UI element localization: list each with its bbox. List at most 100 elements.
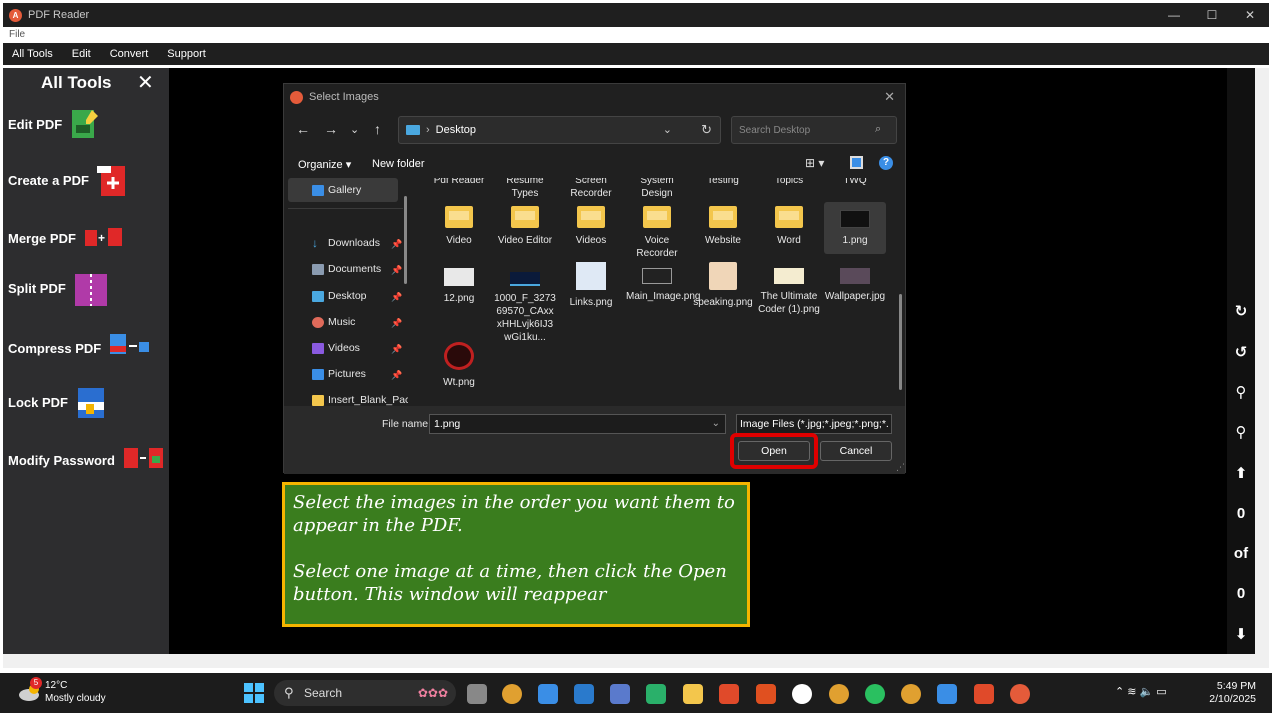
chrome-profile-icon[interactable] [829,684,849,704]
nav-item-gallery[interactable]: Gallery [312,184,361,196]
nav-item-videos[interactable]: Videos [312,342,360,354]
menu-edit[interactable]: Edit [72,48,91,60]
system-tray[interactable]: ⌃ ≋ 🔈 ▭ [1115,685,1167,698]
file-item-main-image-png[interactable]: Main_Image.png [626,268,701,303]
folder-item[interactable]: System Design [626,178,688,200]
organize-button[interactable]: Organize ▾ [298,158,351,171]
wps-2-icon[interactable] [974,684,994,704]
nav-item-music[interactable]: Music [312,316,355,328]
files-scrollbar[interactable] [899,294,902,390]
tool-merge-pdf[interactable]: Merge PDF + [8,222,122,254]
file-item-12-png[interactable]: 12.png [428,268,490,305]
page-up-icon[interactable]: ⬆ [1227,464,1255,482]
rotate-ccw-icon[interactable]: ↺ [1227,343,1255,361]
path-separator-icon: › [426,124,430,136]
up-icon[interactable]: ↑ [374,121,381,137]
tool-modify-password[interactable]: Modify Password [8,444,163,476]
folder-item-voice-recorder[interactable]: Voice Recorder [626,206,688,260]
rotate-cw-icon[interactable]: ↻ [1227,302,1255,320]
menu-support[interactable]: Support [167,48,206,60]
pycharm-icon[interactable] [646,684,666,704]
file-item-1000-f[interactable]: 1000_F_327369570_CAxxxHHLvjk6IJ3wGi1ku..… [494,268,556,344]
file-item-wt-png[interactable]: Wt.png [428,342,490,389]
nav-item-pictures[interactable]: Pictures [312,368,366,380]
folder-item-word[interactable]: Word [758,206,820,247]
file-type-select[interactable]: Image Files (*.jpg;*.jpeg;*.png;*. [736,414,892,434]
mongodb-icon[interactable] [792,684,812,704]
chrome-profile-2-icon[interactable] [901,684,921,704]
brave-icon[interactable] [756,684,776,704]
file-label: Wt.png [443,377,475,388]
wps-icon[interactable] [719,684,739,704]
tool-lock-pdf[interactable]: Lock PDF [8,386,106,418]
folder-item[interactable]: Resume Types [494,178,556,200]
folder-item[interactable]: Pdf Reader [428,178,490,187]
file-item-ultimate-coder[interactable]: The Ultimate Coder (1).png [758,268,820,316]
vertical-scrollbar[interactable] [1255,68,1269,654]
search-input[interactable]: Search Desktop [731,116,897,144]
paint-icon[interactable] [937,684,957,704]
open-button[interactable]: Open [738,441,810,461]
folder-item[interactable]: Screen Recorder [560,178,622,200]
resize-grip-icon[interactable]: ⋰ [896,462,905,473]
new-folder-button[interactable]: New folder [372,158,425,170]
panel-close-icon[interactable]: ✕ [137,70,154,95]
refresh-icon[interactable]: ↻ [701,122,712,138]
folder-item[interactable]: Topics [758,178,820,187]
address-dropdown-icon[interactable]: ⌄ [663,123,672,136]
help-icon[interactable]: ? [879,156,893,170]
file-item-links-png[interactable]: Links.png [560,262,622,309]
folder-item-videos[interactable]: Videos [560,206,622,247]
start-icon[interactable] [244,683,264,703]
horizontal-scrollbar[interactable] [3,654,1269,668]
folder-item-video-editor[interactable]: Video Editor [494,206,556,247]
zoom-out-icon[interactable]: ⚲ [1227,383,1255,401]
menu-convert[interactable]: Convert [110,48,149,60]
page-down-icon[interactable]: ⬇ [1227,625,1255,643]
file-item-wallpaper-jpg[interactable]: Wallpaper.jpg [824,268,886,303]
pdf-reader-icon[interactable] [1010,684,1030,704]
nav-item-insert-blank[interactable]: Insert_Blank_Pac [312,394,408,406]
file-item-1-png[interactable]: 1.png [824,206,886,247]
forward-icon[interactable]: → [324,121,338,137]
zoom-in-icon[interactable]: ⚲ [1227,423,1255,441]
chrome-icon[interactable] [502,684,522,704]
maximize-button[interactable]: ☐ [1193,3,1231,27]
snipping-icon[interactable] [610,684,630,704]
minimize-button[interactable]: — [1155,3,1193,27]
file-item-speaking-png[interactable]: speaking.png [692,262,754,309]
nav-item-desktop[interactable]: Desktop [312,290,367,302]
nav-item-downloads[interactable]: ↓ Downloads [312,237,380,250]
file-explorer-icon[interactable] [683,684,703,704]
nav-item-documents[interactable]: Documents [312,263,381,275]
tool-create-pdf[interactable]: Create a PDF [8,164,127,196]
folder-item-video[interactable]: Video [428,206,490,247]
dialog-close-icon[interactable]: ✕ [884,89,895,105]
address-bar[interactable]: › Desktop ⌄ ↻ [398,116,721,144]
tool-split-pdf[interactable]: Split PDF [8,272,107,306]
recent-chevron-icon[interactable]: ⌄ [350,123,359,136]
tool-compress-pdf[interactable]: Compress PDF [8,332,150,364]
folder-item[interactable]: TWQ [824,178,886,187]
task-view-icon[interactable] [467,684,487,704]
file-menu[interactable]: File [3,27,1269,43]
whatsapp-icon[interactable] [865,684,885,704]
cancel-button[interactable]: Cancel [820,441,892,461]
chevron-down-icon[interactable]: ⌄ [712,415,720,433]
vscode-icon[interactable] [574,684,594,704]
taskbar-search[interactable]: ⚲ Search ✿✿✿ [274,680,456,706]
preview-pane-icon[interactable] [850,156,863,169]
back-icon[interactable]: ← [296,121,310,137]
editor-icon[interactable] [538,684,558,704]
view-options-icon[interactable]: ⊞ ▾ [805,156,824,170]
tool-edit-pdf[interactable]: Edit PDF [8,108,100,140]
file-name-input[interactable]: 1.png ⌄ [429,414,726,434]
weather-widget[interactable]: 5 12°C Mostly cloudy [18,677,106,705]
clock[interactable]: 5:49 PM 2/10/2025 [1204,680,1256,706]
nav-scrollbar[interactable] [404,196,407,284]
folder-item-website[interactable]: Website [692,206,754,247]
menu-all-tools[interactable]: All Tools [12,48,53,60]
weather-badge: 5 [30,677,42,689]
folder-item[interactable]: Testing [692,178,754,187]
close-button[interactable]: ✕ [1231,3,1269,27]
